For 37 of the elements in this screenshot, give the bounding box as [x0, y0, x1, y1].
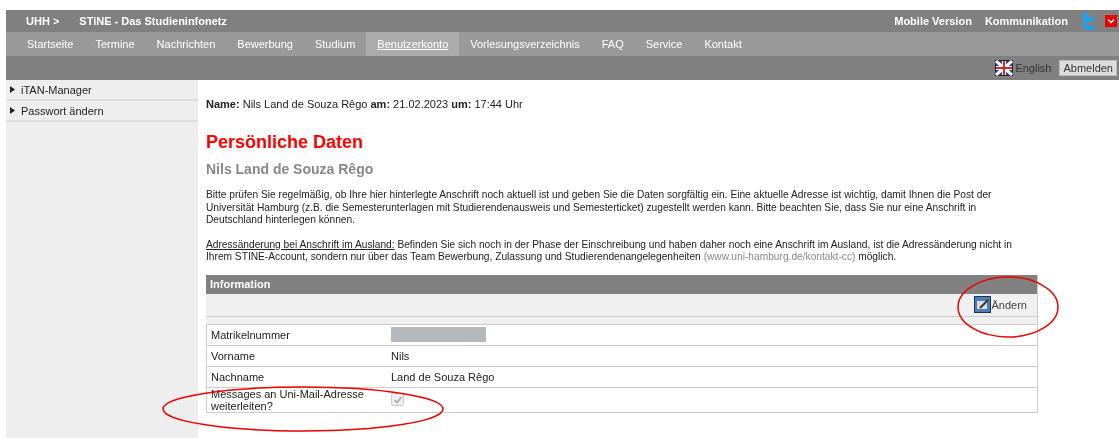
- login-info: Name: Nils Land de Souza Rêgo am: 21.02.2023 um: 17:44 Uhr: [206, 98, 524, 110]
- field-label: Vorname: [210, 349, 257, 362]
- field-label: Matrikelnummer: [210, 328, 291, 341]
- field-label: Nachname: [210, 370, 266, 383]
- chevron-down-icon[interactable]: [1105, 15, 1117, 27]
- nav-tab[interactable]: FAQ: [590, 32, 635, 56]
- nav-tab[interactable]: Studium: [303, 32, 367, 56]
- intro-paragraph: Bitte prüfen Sie regelmäßig, ob Ihre hier hinterlegte Anschrift noch aktuell ist und geben Sie die Daten sorgfältig ein. Eine aktuelle Adresse ist wichtig, damit Ihnen die Post der Universität Hamburg (z.B. die Semesterunterlagen mit Studierendenausweis und Semesterticket) zugestellt werden kann. Bitte beachten Sie, dass Sie nur eine Anschrift in Deutschland hinterlegen können.: [206, 189, 993, 227]
- nav-tab[interactable]: Service: [634, 32, 694, 56]
- header-link[interactable]: Mobile Version: [894, 15, 972, 27]
- nav-tab[interactable]: Startseite: [16, 32, 85, 56]
- field-value: Nils: [391, 349, 410, 362]
- table-title: Information: [210, 278, 271, 291]
- sidebar-item[interactable]: Passwort ändern: [6, 101, 198, 122]
- nav-tab[interactable]: Kontakt: [693, 32, 753, 56]
- edit-button[interactable]: Ändern: [973, 296, 1037, 314]
- field-value: Land de Souza Rêgo: [391, 370, 495, 383]
- nav-tab[interactable]: Vorlesungsverzeichnis: [459, 32, 591, 56]
- triangle-right-icon: [10, 86, 15, 93]
- breadcrumb-link[interactable]: UHH >: [26, 15, 60, 27]
- page-heading: Persönliche Daten: [206, 132, 365, 153]
- logout-button[interactable]: Abmelden: [1059, 60, 1117, 76]
- nav-tab[interactable]: Benutzerkonto: [366, 32, 460, 56]
- language-link[interactable]: English: [1015, 62, 1052, 74]
- nav-tab[interactable]: Nachrichten: [145, 32, 227, 56]
- notice-paragraph: Adressänderung bei Anschrift im Ausland: Befinden Sie sich noch in der Phase der Einschreibung und haben daher noch eine Anschrift im Ausland, ist die Adressänderung nicht in Ihrem STINE-Account, sondern nur über das Team Bewerbung, Zulassung und Studierendenangelegenheiten (www.uni-hamburg.de/kontakt-cc) möglich.: [206, 238, 1013, 264]
- contact-link[interactable]: (www.uni-hamburg.de/kontakt-cc): [703, 251, 856, 263]
- edit-icon: [973, 296, 991, 314]
- site-title[interactable]: STiNE - Das Studieninfonetz: [79, 15, 227, 27]
- flag-icon[interactable]: [995, 60, 1014, 76]
- nav-tab[interactable]: Bewerbung: [226, 32, 304, 56]
- sidebar-item[interactable]: iTAN-Manager: [6, 80, 198, 101]
- person-name: Nils Land de Souza Rêgo: [206, 161, 375, 177]
- field-label: Messages an Uni-Mail-Adresse weiterleiten?: [210, 387, 365, 412]
- nav-tab[interactable]: Termine: [84, 32, 146, 56]
- header-link[interactable]: Kommunikation: [984, 15, 1068, 27]
- triangle-right-icon: [10, 107, 15, 114]
